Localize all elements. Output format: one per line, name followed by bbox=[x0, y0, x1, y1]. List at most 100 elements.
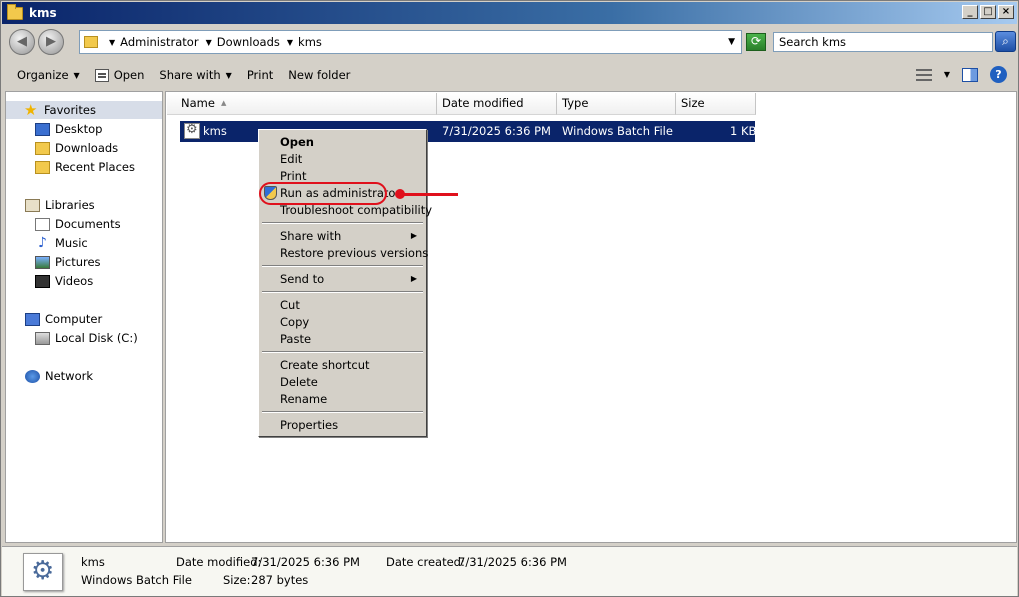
menu-item-open[interactable]: Open bbox=[280, 135, 314, 149]
nav-documents-label: Documents bbox=[55, 217, 121, 231]
breadcrumb-kms[interactable]: kms bbox=[298, 35, 322, 49]
window-controls: _ □ × bbox=[962, 5, 1014, 19]
column-header-date-modified[interactable]: Date modified bbox=[437, 93, 557, 115]
minimize-button[interactable]: _ bbox=[962, 5, 978, 19]
menu-item-cut[interactable]: Cut bbox=[280, 298, 300, 312]
help-icon[interactable]: ? bbox=[990, 66, 1007, 83]
column-date-modified-label: Date modified bbox=[442, 96, 524, 110]
close-button[interactable]: × bbox=[998, 5, 1014, 19]
menu-item-restore-previous-versions[interactable]: Restore previous versions bbox=[280, 246, 428, 260]
forward-button[interactable]: ▶ bbox=[38, 29, 64, 55]
menu-separator bbox=[262, 265, 423, 267]
menu-separator bbox=[262, 351, 423, 353]
organize-button[interactable]: Organize ▼ bbox=[17, 68, 80, 82]
annotation-highlight-ring bbox=[259, 182, 387, 205]
nav-libraries[interactable]: Libraries bbox=[25, 198, 95, 212]
menu-item-send-to[interactable]: Send to bbox=[280, 272, 324, 286]
nav-pictures[interactable]: Pictures bbox=[35, 255, 101, 269]
details-date-modified: 7/31/2025 6:36 PM bbox=[251, 555, 360, 569]
batch-file-icon bbox=[23, 553, 63, 591]
change-view-icon[interactable] bbox=[915, 68, 932, 81]
annotation-pointer-line bbox=[403, 193, 458, 196]
column-header-name[interactable]: Name ▲ bbox=[167, 93, 437, 115]
nav-local-disk[interactable]: Local Disk (C:) bbox=[35, 331, 138, 345]
print-label: Print bbox=[246, 68, 274, 82]
refresh-button[interactable]: ⟳ bbox=[746, 33, 766, 51]
nav-videos[interactable]: Videos bbox=[35, 274, 93, 288]
menu-item-copy[interactable]: Copy bbox=[280, 315, 309, 329]
open-button[interactable]: Open bbox=[94, 68, 144, 82]
file-date-modified: 7/31/2025 6:36 PM bbox=[442, 124, 551, 138]
menu-item-paste[interactable]: Paste bbox=[280, 332, 311, 346]
chevron-down-icon[interactable]: ▼ bbox=[287, 38, 293, 47]
title-bar[interactable]: kms _ □ × bbox=[2, 2, 1017, 24]
batch-file-icon bbox=[184, 122, 200, 139]
column-header-type[interactable]: Type bbox=[557, 93, 676, 115]
nav-desktop-label: Desktop bbox=[55, 122, 103, 136]
column-size-label: Size bbox=[681, 96, 705, 110]
address-dropdown-icon[interactable]: ▼ bbox=[728, 37, 735, 47]
maximize-button[interactable]: □ bbox=[980, 5, 996, 19]
downloads-folder-icon bbox=[35, 141, 50, 155]
chevron-down-icon[interactable]: ▼ bbox=[944, 70, 950, 79]
chevron-down-icon[interactable]: ▼ bbox=[206, 38, 212, 47]
nav-downloads[interactable]: Downloads bbox=[35, 141, 118, 155]
recent-places-icon bbox=[35, 160, 50, 174]
preview-pane-icon[interactable] bbox=[962, 67, 978, 82]
menu-item-create-shortcut[interactable]: Create shortcut bbox=[280, 358, 370, 372]
context-menu: Open Edit Print Run as administrator Tro… bbox=[258, 129, 432, 437]
back-button[interactable]: ◀ bbox=[9, 29, 35, 55]
nav-recent-places-label: Recent Places bbox=[55, 160, 135, 174]
chevron-down-icon[interactable]: ▼ bbox=[109, 38, 115, 47]
nav-favorites[interactable]: ★ Favorites bbox=[6, 101, 162, 119]
command-bar: Organize ▼ Open Share with ▼ Print New f… bbox=[2, 61, 1017, 89]
column-name-label: Name bbox=[181, 96, 215, 110]
folder-icon bbox=[7, 3, 23, 20]
nav-documents[interactable]: Documents bbox=[35, 217, 121, 231]
nav-recent-places[interactable]: Recent Places bbox=[35, 160, 135, 174]
organize-label: Organize bbox=[17, 68, 69, 82]
menu-item-edit[interactable]: Edit bbox=[280, 152, 302, 166]
column-type-label: Type bbox=[562, 96, 589, 110]
share-with-button[interactable]: Share with ▼ bbox=[159, 68, 231, 82]
file-name: kms bbox=[203, 124, 227, 138]
search-input[interactable]: Search kms bbox=[773, 32, 993, 52]
menu-item-troubleshoot-compatibility[interactable]: Troubleshoot compatibility bbox=[280, 203, 432, 217]
menu-separator bbox=[262, 222, 423, 224]
menu-item-print[interactable]: Print bbox=[280, 169, 306, 183]
details-date-created-label: Date created: bbox=[386, 555, 465, 569]
nav-computer[interactable]: Computer bbox=[25, 312, 102, 326]
pictures-icon bbox=[35, 255, 50, 269]
libraries-icon bbox=[25, 198, 40, 212]
menu-item-properties[interactable]: Properties bbox=[280, 418, 338, 432]
nav-libraries-label: Libraries bbox=[45, 198, 95, 212]
explorer-window: kms _ □ × ◀ ▶ ▼ Administrator ▼ Download… bbox=[0, 0, 1019, 597]
computer-icon bbox=[25, 312, 40, 326]
details-file-type: Windows Batch File bbox=[81, 573, 192, 587]
view-controls: ▼ ? bbox=[915, 66, 1007, 83]
nav-music[interactable]: ♪ Music bbox=[35, 236, 88, 251]
chevron-down-icon: ▼ bbox=[225, 70, 232, 80]
network-icon bbox=[25, 369, 40, 383]
chevron-down-icon: ▼ bbox=[73, 70, 80, 80]
print-button[interactable]: Print bbox=[247, 68, 273, 82]
nav-computer-label: Computer bbox=[45, 312, 103, 326]
new-folder-label: New folder bbox=[288, 68, 351, 82]
new-folder-button[interactable]: New folder bbox=[288, 68, 350, 82]
nav-pictures-label: Pictures bbox=[55, 255, 101, 269]
search-icon[interactable]: ⌕ bbox=[995, 31, 1016, 52]
nav-local-disk-label: Local Disk (C:) bbox=[55, 331, 138, 345]
nav-network-label: Network bbox=[45, 369, 94, 383]
breadcrumb-administrator[interactable]: Administrator bbox=[120, 35, 198, 49]
nav-network[interactable]: Network bbox=[25, 369, 93, 383]
nav-favorites-label: Favorites bbox=[44, 103, 96, 117]
window-title: kms bbox=[29, 6, 57, 20]
column-header-size[interactable]: Size bbox=[676, 93, 756, 115]
menu-item-rename[interactable]: Rename bbox=[280, 392, 327, 406]
address-bar[interactable]: ▼ Administrator ▼ Downloads ▼ kms ▼ bbox=[79, 30, 742, 54]
menu-item-share-with[interactable]: Share with bbox=[280, 229, 341, 243]
sort-arrow-icon: ▲ bbox=[220, 99, 227, 107]
nav-desktop[interactable]: Desktop bbox=[35, 122, 102, 136]
breadcrumb-downloads[interactable]: Downloads bbox=[217, 35, 280, 49]
menu-item-delete[interactable]: Delete bbox=[280, 375, 318, 389]
